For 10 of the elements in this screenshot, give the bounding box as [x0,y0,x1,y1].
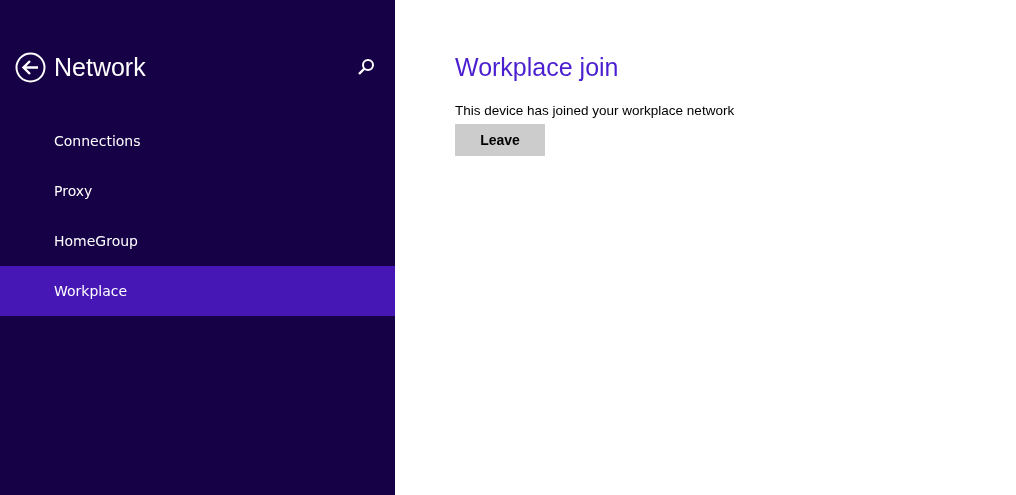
search-icon[interactable] [357,58,375,76]
nav-item[interactable]: HomeGroup [0,216,395,266]
leave-button[interactable]: Leave [455,124,545,156]
status-message: This device has joined your workplace network [455,103,736,118]
nav-item[interactable]: Proxy [0,166,395,216]
back-icon[interactable] [15,51,46,83]
page-title: Network [54,52,147,82]
nav-item[interactable]: Workplace [0,266,395,316]
nav-item[interactable]: Connections [0,116,395,166]
section-heading: Workplace join [455,52,620,83]
